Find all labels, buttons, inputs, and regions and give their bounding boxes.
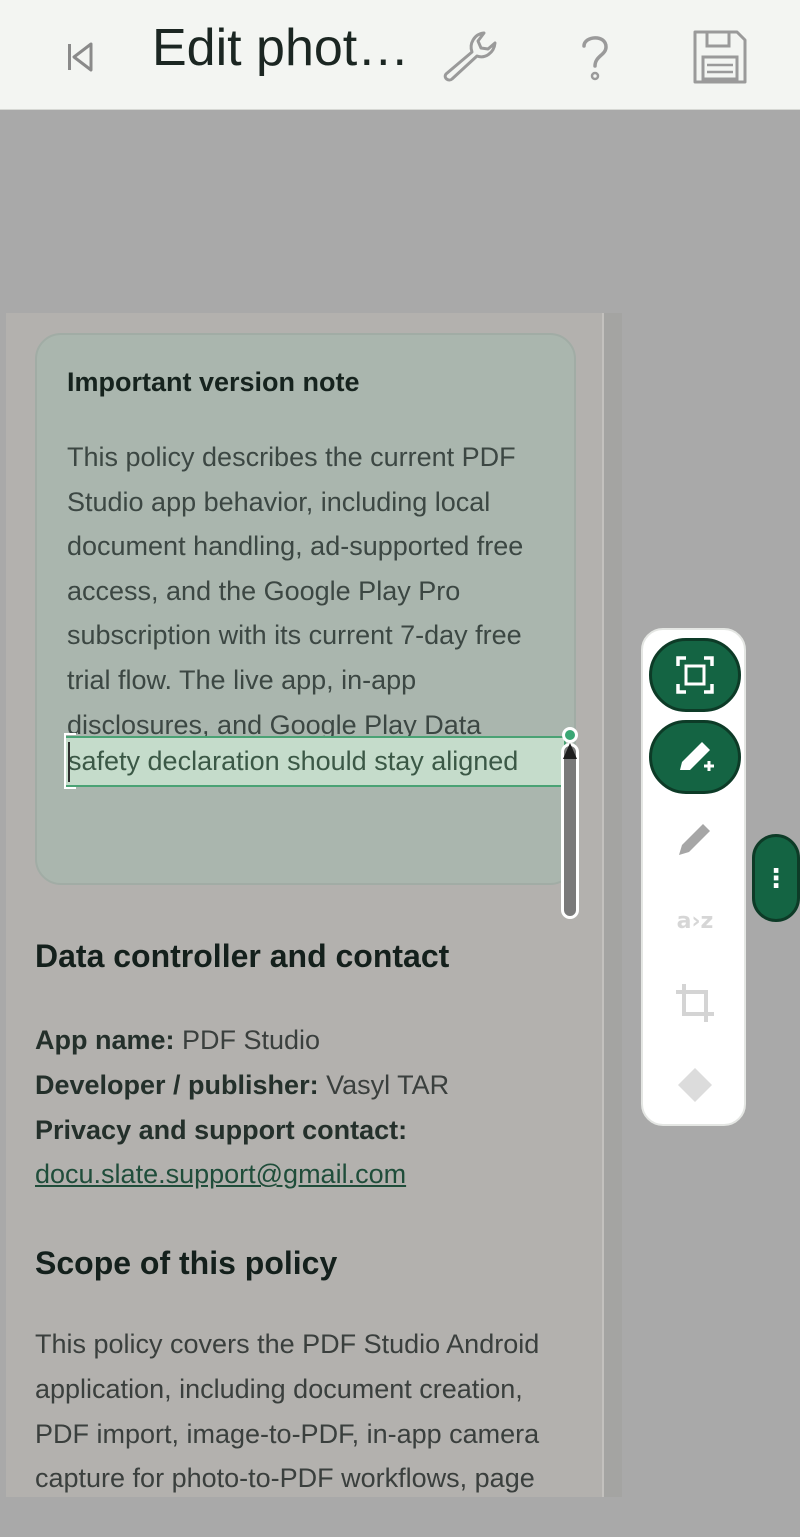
shape-button[interactable] [649, 1048, 741, 1122]
tool-palette: a›z [641, 628, 746, 1126]
scope-body: This policy covers the PDF Studio Androi… [35, 1322, 595, 1497]
text-selection-box[interactable]: safety declaration should stay aligned [64, 736, 566, 787]
note-line: access, and the Google Play Pro [67, 575, 461, 606]
scope-line: PDF import, image-to-PDF, in-app camera [35, 1418, 540, 1449]
save-icon[interactable] [685, 22, 755, 92]
note-line: This policy describes the current PDF [67, 442, 516, 472]
select-area-icon [676, 656, 714, 694]
scope-line: This policy covers the PDF Studio Androi… [35, 1329, 540, 1359]
scope-line: capture for photo-to-PDF workflows, page [35, 1463, 535, 1494]
document-page: Important version note This policy descr… [6, 313, 622, 1497]
controller-details: App name: PDF Studio Developer / publish… [35, 1018, 595, 1197]
more-vert-icon: ⋮ [763, 863, 789, 893]
page-title: Edit phot… [152, 19, 410, 77]
add-text-icon [680, 742, 714, 771]
pencil-icon [679, 824, 710, 855]
wrench-icon[interactable] [436, 22, 506, 92]
note-line: subscription with its current 7-day free [67, 620, 522, 651]
developer-label: Developer / publisher: [35, 1069, 319, 1100]
selected-text[interactable]: safety declaration should stay aligned [68, 746, 518, 777]
contact-email-link[interactable]: docu.slate.support@gmail.com [35, 1152, 595, 1197]
app-name-label: App name: [35, 1025, 175, 1055]
more-options-handle[interactable]: ⋮ [752, 834, 800, 922]
selection-handle-dot[interactable] [562, 727, 578, 743]
page-content: Important version note This policy descr… [6, 313, 604, 1497]
text-replace-button[interactable]: a›z [649, 884, 741, 958]
note-line: document handling, ad-supported free [67, 531, 524, 562]
crop-icon [676, 984, 714, 1022]
help-icon[interactable] [560, 22, 630, 92]
note-body: This policy describes the current PDF St… [67, 435, 567, 747]
scope-line: application, including document creation… [35, 1373, 523, 1404]
skip-back-icon[interactable] [58, 33, 100, 79]
developer-row: Developer / publisher: Vasyl TAR [35, 1063, 595, 1108]
note-line: trial flow. The live app, in-app [67, 664, 417, 695]
app-name-row: App name: PDF Studio [35, 1018, 595, 1063]
note-line: Studio app behavior, including local [67, 486, 491, 517]
controller-heading: Data controller and contact [35, 938, 450, 974]
selection-resize-handle[interactable] [561, 743, 579, 919]
note-title: Important version note [67, 367, 360, 397]
selection-handle-left[interactable] [64, 733, 76, 789]
contact-label: Privacy and support contact: [35, 1114, 408, 1145]
shape-icon [678, 1068, 712, 1102]
top-app-bar: Edit phot… [0, 0, 800, 110]
app-name-value: PDF Studio [174, 1025, 321, 1055]
text-replace-icon: a›z [676, 908, 714, 934]
add-text-button[interactable] [649, 720, 741, 794]
version-note-card: Important version note This policy descr… [35, 333, 576, 885]
select-area-button[interactable] [649, 638, 741, 712]
crop-button[interactable] [649, 966, 741, 1040]
pencil-button[interactable] [649, 802, 741, 876]
contact-row: Privacy and support contact: [35, 1108, 595, 1153]
developer-value: Vasyl TAR [318, 1069, 450, 1100]
selection-arrow-icon [563, 743, 577, 759]
scope-heading: Scope of this policy [35, 1245, 338, 1281]
